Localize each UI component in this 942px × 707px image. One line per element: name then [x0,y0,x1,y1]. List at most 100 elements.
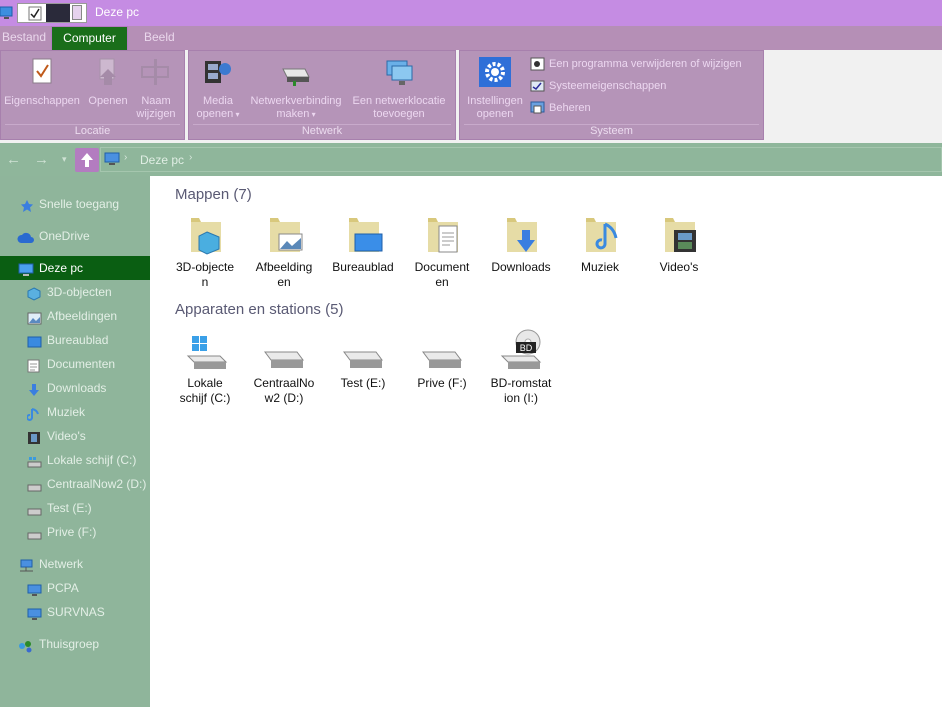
redacted-block [46,4,70,22]
drive-bd-romstation-i[interactable]: BD BD-romstat ion (I:) [488,328,554,406]
sidebar-item-prive[interactable]: Prive (F:) [0,520,150,544]
sidebar-item-afbeeldingen[interactable]: Afbeeldingen [0,304,150,328]
sidebar-item-deze-pc[interactable]: Deze pc [0,256,150,280]
window-title: Deze pc [95,5,140,19]
section-apparaten[interactable]: Apparaten en stations (5) [175,301,343,318]
sidebar-item-videos[interactable]: Video's [0,424,150,448]
chevron-down-icon: ▾ [309,110,316,119]
breadcrumb-deze-pc[interactable]: Deze pc [140,153,184,167]
folder-label: Afbeelding [255,260,313,274]
chevron-down-icon: ▾ [233,110,240,119]
folder-label: Video's [659,260,699,274]
group-label-netwerk: Netwerk [301,125,343,137]
section-mappen[interactable]: Mappen (7) [175,186,252,203]
open-icon [85,57,131,91]
drive-test-e[interactable]: Test (E:) [330,328,396,391]
netloc-label-2: toevoegen [373,108,425,120]
folder-muziek[interactable]: Muziek [567,214,633,275]
openen-label: Openen [88,95,128,107]
media-openen-button[interactable]: Media openen ▾ [193,57,243,121]
folder-documenten[interactable]: Document en [409,214,475,290]
drive-label: schijf (C:) [179,391,231,405]
sidebar-label: PCPA [47,581,79,595]
sidebar-label: Prive (F:) [47,525,97,539]
drive-icon [264,351,304,368]
customize-toolbar-dropdown[interactable] [72,5,82,20]
network-drive-icon [245,57,347,91]
back-arrow-icon[interactable]: ← [6,151,21,168]
sidebar-item-bureaublad[interactable]: Bureaublad [0,328,150,352]
up-arrow-button[interactable] [75,148,99,172]
sidebar-item-lokale-schijf[interactable]: Lokale schijf (C:) [0,448,150,472]
breadcrumb-chevron-icon[interactable]: › [189,152,192,163]
sidebar-item-netwerk[interactable]: Netwerk [0,552,150,576]
group-netwerk: Media openen ▾ Netwerkverbinding maken ▾… [188,50,456,140]
forward-arrow-icon[interactable]: → [34,151,49,168]
programma-verwijderen-button[interactable]: Een programma verwijderen of wijzigen [530,56,742,72]
navigation-bar: ← → ▾ › Deze pc › [0,143,942,176]
media-label-2: openen [196,108,234,120]
breadcrumb-separator-icon: › [124,152,128,163]
sidebar-label: Snelle toegang [39,197,120,211]
recent-locations-chevron-icon[interactable]: ▾ [62,154,67,165]
sidebar-label: SURVNAS [47,605,105,619]
sidebar-item-test[interactable]: Test (E:) [0,496,150,520]
tab-beeld[interactable]: Beeld [144,26,184,50]
group-systeem: Instellingen openen Een programma verwij… [459,50,764,140]
group-label-systeem: Systeem [590,125,633,137]
sidebar-item-survnas[interactable]: SURVNAS [0,600,150,624]
beheren-button[interactable]: Beheren [530,100,591,116]
folder-desktop-icon [349,218,383,252]
properties-checkmark-icon[interactable] [28,6,42,24]
folder-afbeeldingen[interactable]: Afbeelding en [251,214,317,290]
systeemeigenschappen-button[interactable]: Systeemeigenschappen [530,78,666,94]
drive-prive-f[interactable]: Prive (F:) [409,328,475,391]
sidebar-item-onedrive[interactable]: OneDrive [0,224,150,248]
sidebar-label: CentraalNow2 (D:) [47,477,147,491]
quick-access-toolbar[interactable] [17,3,87,23]
drive-lokale-schijf-c[interactable]: Lokale schijf (C:) [172,328,238,406]
sidebar-item-centraalnow2[interactable]: CentraalNow2 (D:) [0,472,150,496]
netwerkverbinding-button[interactable]: Netwerkverbinding maken ▾ [245,57,347,121]
netloc-label-1: Een netwerklocatie [352,95,446,107]
naam-label-1: Naam [141,95,171,107]
sidebar-label: Downloads [47,381,107,395]
folder-music-icon [586,218,618,252]
folder-downloads[interactable]: Downloads [488,214,554,275]
bd-badge: BD [520,343,533,353]
sidebar-label: Lokale schijf (C:) [47,453,137,467]
eigenschappen-button[interactable]: Eigenschappen [3,57,81,108]
sidebar-item-documenten[interactable]: Documenten [0,352,150,376]
address-field[interactable]: › Deze pc › [100,147,942,172]
openen-button[interactable]: Openen [85,57,131,108]
folder-3d-icon [191,218,221,255]
sidebar-label: Test (E:) [47,501,92,515]
uninstall-icon [530,57,545,71]
sidebar-item-snelle-toegang[interactable]: Snelle toegang [0,192,150,216]
folder-label: Downloads [491,260,551,274]
drive-icon [27,525,42,549]
instellingen-openen-button[interactable]: Instellingen openen [462,57,528,121]
tab-computer[interactable]: Computer [51,26,128,50]
group-label-locatie: Locatie [74,125,111,137]
computer-icon [27,605,42,629]
windows-drive-icon [186,336,228,369]
sidebar-item-pcpa[interactable]: PCPA [0,576,150,600]
folder-3d-objecten[interactable]: 3D-objecte n [172,214,238,290]
sidebar-item-downloads[interactable]: Downloads [0,376,150,400]
folder-label: Bureaublad [332,260,394,274]
sidebar-item-3d-objecten[interactable]: 3D-objecten [0,280,150,304]
beheren-label: Beheren [549,102,591,114]
drive-centraalnow2-d[interactable]: CentraalNo w2 (D:) [251,328,317,406]
tab-bestand[interactable]: Bestand [2,26,50,50]
folder-pictures-icon [270,218,303,252]
bluray-drive-icon: BD [500,329,542,369]
folder-videos[interactable]: Video's [646,214,712,275]
netwerklocatie-button[interactable]: Een netwerklocatie toevoegen [347,57,451,121]
naam-wijzigen-button[interactable]: Naam wijzigen [131,57,181,121]
inst-label-2: openen [476,108,514,120]
sidebar-item-thuisgroep[interactable]: Thuisgroep [0,632,150,656]
sidebar-item-muziek[interactable]: Muziek [0,400,150,424]
folder-bureaublad[interactable]: Bureaublad [330,214,396,275]
navigation-pane: Snelle toegang OneDrive Deze pc 3D-objec… [0,176,150,707]
